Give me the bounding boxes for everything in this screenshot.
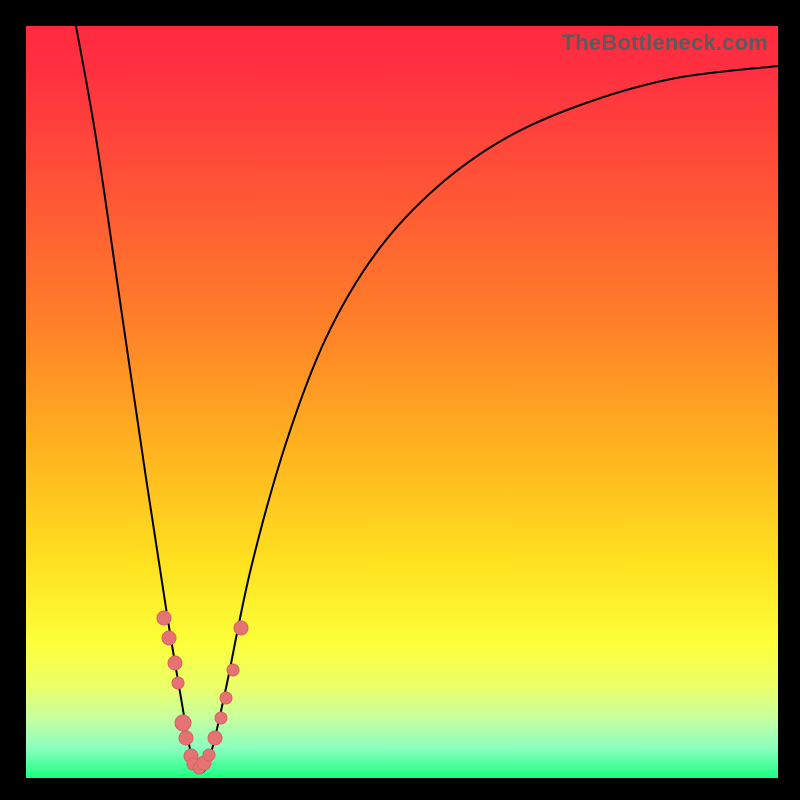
data-marker (157, 611, 171, 625)
data-marker (179, 731, 193, 745)
data-marker (215, 712, 227, 724)
data-marker (227, 664, 239, 676)
marker-cluster-right (193, 621, 248, 774)
data-marker (203, 749, 215, 761)
data-marker (172, 677, 184, 689)
data-marker (168, 656, 182, 670)
chart-frame: TheBottleneck.com (0, 0, 800, 800)
curve-svg (26, 26, 778, 778)
data-marker (162, 631, 176, 645)
data-marker (234, 621, 248, 635)
data-marker (208, 731, 222, 745)
marker-cluster-left (157, 611, 199, 770)
plot-area: TheBottleneck.com (26, 26, 778, 778)
data-marker (220, 692, 232, 704)
data-marker (175, 715, 191, 731)
